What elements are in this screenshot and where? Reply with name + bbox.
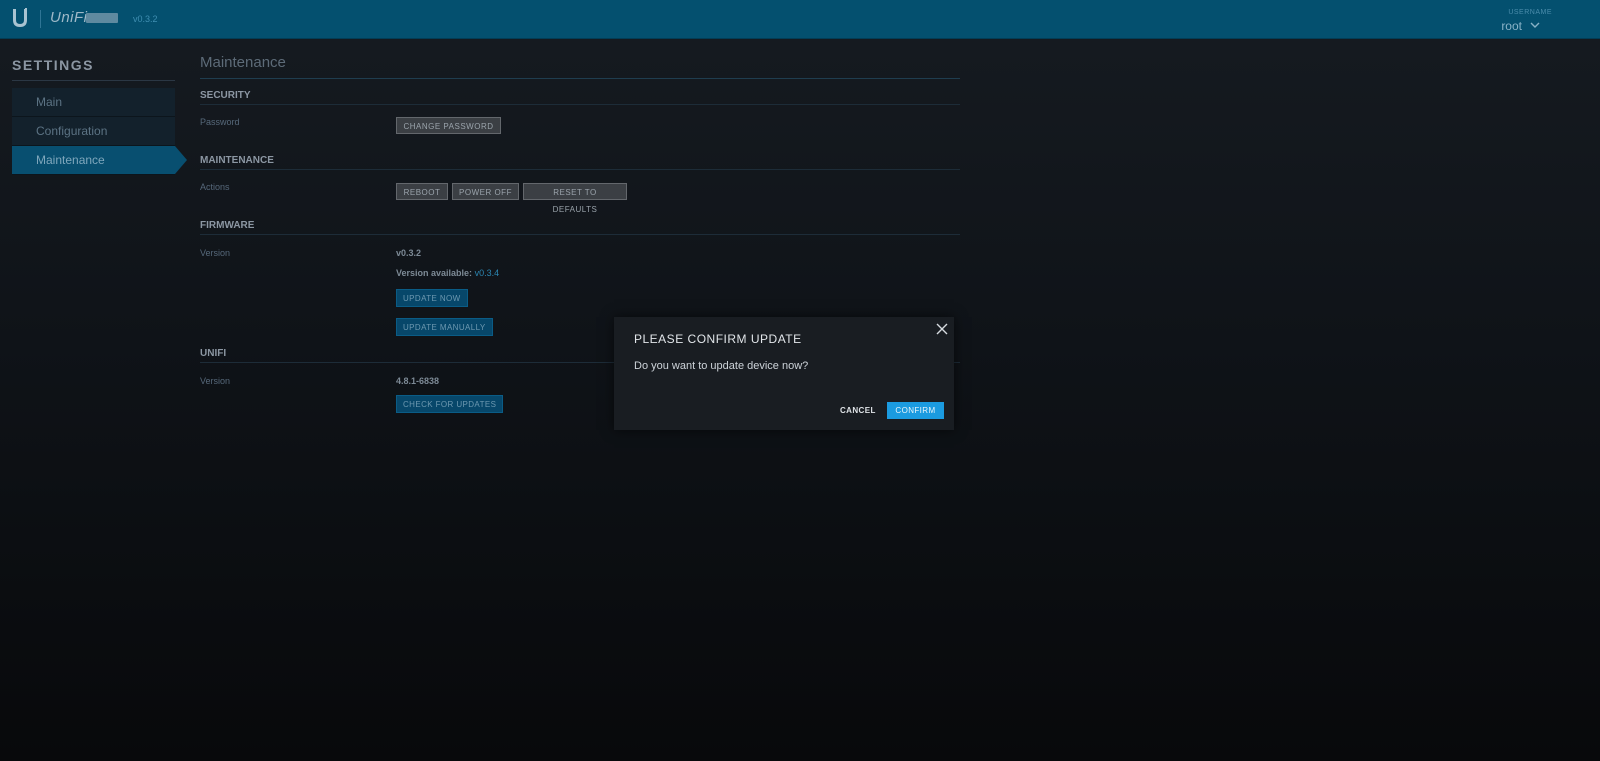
sidebar-item-main[interactable]: Main: [12, 88, 175, 117]
page-title: Maintenance: [200, 54, 286, 71]
section-maintenance-heading: MAINTENANCE: [200, 155, 274, 166]
reset-to-defaults-button[interactable]: RESET TO DEFAULTS: [523, 183, 627, 214]
actions-label: Actions: [200, 182, 230, 192]
version-available-prefix: Version available:: [396, 268, 473, 278]
top-bar: UniFi v0.3.2 USERNAME root: [0, 0, 1600, 39]
sidebar-divider: [12, 80, 175, 81]
brand-logo: UniFi: [50, 9, 88, 26]
header-version: v0.3.2: [133, 14, 158, 24]
close-icon[interactable]: [936, 323, 948, 335]
reboot-button[interactable]: REBOOT: [396, 183, 448, 200]
update-now-button[interactable]: UPDATE NOW: [396, 289, 468, 307]
firmware-version-value: v0.3.2: [396, 248, 422, 258]
section-divider: [200, 234, 960, 235]
section-security-heading: SECURITY: [200, 90, 251, 101]
product-badge: [86, 13, 118, 23]
sidebar-item-maintenance[interactable]: Maintenance: [12, 146, 187, 175]
dialog-title: PLEASE CONFIRM UPDATE: [634, 332, 802, 346]
sidebar-item-configuration[interactable]: Configuration: [12, 117, 175, 146]
dialog-message: Do you want to update device now?: [634, 360, 809, 372]
header-divider: [40, 10, 41, 28]
unifi-version-value: 4.8.1-6838: [396, 376, 440, 386]
sidebar-nav: Main Configuration Maintenance: [12, 88, 187, 175]
title-divider: [200, 78, 960, 79]
confirm-update-dialog: PLEASE CONFIRM UPDATE Do you want to upd…: [614, 317, 954, 430]
section-divider: [200, 169, 960, 170]
cancel-button[interactable]: CANCEL: [840, 406, 876, 415]
unifi-version-label: Version: [200, 376, 231, 386]
confirm-button[interactable]: CONFIRM: [887, 402, 944, 419]
firmware-version-label: Version: [200, 248, 231, 258]
power-off-button[interactable]: POWER OFF: [452, 183, 519, 200]
sidebar-title: SETTINGS: [12, 57, 95, 73]
change-password-button[interactable]: CHANGE PASSWORD: [396, 117, 501, 134]
chevron-down-icon[interactable]: [1530, 21, 1540, 29]
ubiquiti-logo-icon[interactable]: [11, 8, 29, 28]
username[interactable]: root: [1501, 19, 1522, 33]
password-label: Password: [200, 117, 240, 127]
section-firmware-heading: FIRMWARE: [200, 220, 255, 231]
section-divider: [200, 104, 960, 105]
version-available-text: Version available: v0.3.4: [396, 268, 499, 278]
username-caption: USERNAME: [1508, 9, 1552, 16]
version-available-link[interactable]: v0.3.4: [475, 268, 500, 278]
check-for-updates-button[interactable]: CHECK FOR UPDATES: [396, 395, 504, 413]
update-manually-button[interactable]: UPDATE MANUALLY: [396, 318, 493, 336]
